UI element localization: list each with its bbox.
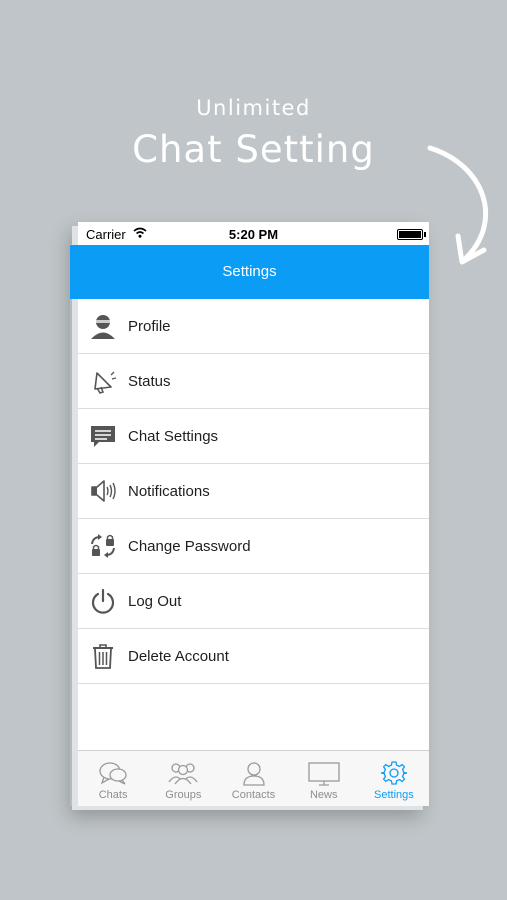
battery-icon bbox=[397, 229, 426, 240]
menu-label: Profile bbox=[128, 317, 171, 335]
nav-bar: Settings bbox=[70, 245, 429, 299]
tab-label: Settings bbox=[374, 789, 414, 801]
tab-label: News bbox=[309, 789, 338, 801]
gear-icon bbox=[380, 759, 407, 787]
tab-label: Chats bbox=[98, 789, 128, 801]
menu-item-delete-account[interactable]: Delete Account bbox=[78, 629, 429, 684]
megaphone-icon bbox=[89, 367, 117, 395]
menu-item-profile[interactable]: Profile bbox=[78, 299, 429, 354]
tab-bar: Chats Groups Contacts News Settings bbox=[78, 750, 429, 806]
menu-item-status[interactable]: Status bbox=[78, 354, 429, 409]
tab-groups[interactable]: Groups bbox=[148, 751, 218, 806]
chat-bubble-icon bbox=[89, 422, 117, 450]
menu-item-log-out[interactable]: Log Out bbox=[78, 574, 429, 629]
menu-label: Delete Account bbox=[128, 647, 229, 665]
menu-label: Change Password bbox=[128, 537, 251, 555]
settings-menu: Profile Status Chat Settings Notificatio… bbox=[78, 299, 429, 684]
tab-chats[interactable]: Chats bbox=[78, 751, 148, 806]
groups-icon bbox=[167, 759, 199, 787]
speaker-icon bbox=[89, 477, 117, 505]
menu-item-chat-settings[interactable]: Chat Settings bbox=[78, 409, 429, 464]
menu-label: Status bbox=[128, 372, 171, 390]
power-icon bbox=[89, 587, 117, 615]
menu-label: Log Out bbox=[128, 592, 182, 610]
tab-contacts[interactable]: Contacts bbox=[218, 751, 288, 806]
clock: 5:20 PM bbox=[228, 227, 279, 242]
tab-label: Groups bbox=[165, 789, 202, 801]
menu-label: Notifications bbox=[128, 482, 210, 500]
status-bar: Carrier 5:20 PM bbox=[78, 222, 429, 246]
trash-icon bbox=[89, 642, 117, 670]
curved-arrow-icon bbox=[427, 145, 488, 265]
profile-icon bbox=[89, 312, 117, 340]
menu-item-change-password[interactable]: Change Password bbox=[78, 519, 429, 574]
tab-news[interactable]: News bbox=[289, 751, 359, 806]
phone-edge bbox=[70, 244, 78, 806]
contact-icon bbox=[241, 759, 267, 787]
tab-settings[interactable]: Settings bbox=[359, 751, 429, 806]
promo-subtitle: Unlimited bbox=[196, 96, 311, 120]
chats-icon bbox=[98, 759, 128, 787]
menu-label: Chat Settings bbox=[128, 427, 219, 445]
menu-item-notifications[interactable]: Notifications bbox=[78, 464, 429, 519]
phone-screen: Carrier 5:20 PM Settings Profile Status … bbox=[70, 222, 429, 806]
tab-label: Contacts bbox=[231, 789, 276, 801]
nav-title: Settings bbox=[222, 263, 277, 280]
refresh-lock-icon bbox=[89, 532, 117, 560]
tv-icon bbox=[308, 759, 340, 787]
